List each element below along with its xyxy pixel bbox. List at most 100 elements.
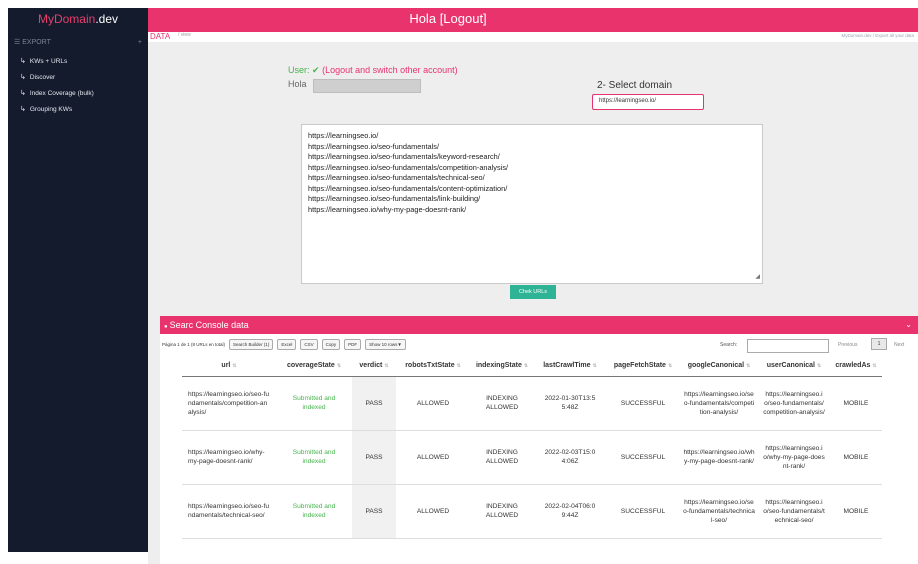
arrow-right-icon: ↳ <box>20 74 26 81</box>
hola-label: Hola <box>288 79 307 89</box>
page-1-button[interactable]: 1 <box>871 338 887 350</box>
sidebar-item-discover[interactable]: ↳ Discover <box>8 70 148 86</box>
column-header-user-canonical[interactable]: userCanonical ⇅ <box>758 356 830 377</box>
breadcrumb: DATA / view MyDomain.dev / Export all yo… <box>150 32 918 42</box>
cell-crawled-as: MOBILE <box>830 430 882 485</box>
cell-robots-state: ALLOWED <box>396 484 470 539</box>
cell-url: https://learningseo.io/why-my-page-doesn… <box>182 430 276 485</box>
search-label: Search: <box>720 342 738 348</box>
url-line: https://learningseo.io/seo-fundamentals/… <box>308 173 485 182</box>
cell-google-canonical: https://learningseo.io/seo-fundamentals/… <box>680 484 758 539</box>
csv-button[interactable]: CSV <box>300 338 318 350</box>
column-header-verdict[interactable]: verdict ⇅ <box>352 356 396 377</box>
url-line: https://learningseo.io/seo-fundamentals/ <box>308 141 440 151</box>
next-page-button[interactable]: Next <box>894 342 904 348</box>
user-name-redacted <box>313 79 421 93</box>
table-row: https://learningseo.io/seo-fundamentals/… <box>182 484 882 539</box>
column-header-coverage-state[interactable]: coverageState ⇅ <box>276 356 352 377</box>
check-icon: ✔ <box>312 65 320 75</box>
logout-link[interactable]: [Logout] <box>440 11 487 26</box>
table-row: https://learningseo.io/why-my-page-doesn… <box>182 430 882 485</box>
column-header-indexing-state[interactable]: indexingState ⇅ <box>470 356 534 377</box>
column-header-google-canonical[interactable]: googleCanonical ⇅ <box>680 356 758 377</box>
url-line: https://learningseo.io/seo-fundamentals/… <box>308 183 508 193</box>
panel-title: Searc Console data <box>169 320 249 330</box>
resize-handle-icon[interactable]: ◢ <box>755 272 760 283</box>
cell-crawled-as: MOBILE <box>830 376 882 431</box>
cell-page-fetch-state: SUCCESSFUL <box>606 484 680 539</box>
brand-tld: .dev <box>95 12 119 26</box>
switch-account-link[interactable]: (Logout and switch other account) <box>322 65 458 75</box>
search-input[interactable] <box>747 339 829 353</box>
cell-user-canonical: https://learningseo.io/seo-fundamentals/… <box>758 376 830 431</box>
main-content: User: ✔ (Logout and switch other account… <box>148 42 918 564</box>
column-header-crawled-as[interactable]: crawledAs ⇅ <box>830 356 882 377</box>
cell-indexing-state: INDEXING ALLOWED <box>470 430 534 485</box>
url-line: https://learningseo.io/why-my-page-doesn… <box>308 204 467 214</box>
cell-page-fetch-state: SUCCESSFUL <box>606 376 680 431</box>
chek-urls-button[interactable]: Chek URLs <box>510 285 556 299</box>
copy-button[interactable]: Copy <box>321 338 341 350</box>
user-label: User: <box>288 65 310 75</box>
column-header-url[interactable]: url ⇅ <box>182 356 276 377</box>
brand-logo[interactable]: MyDomain.dev <box>8 8 148 32</box>
chevron-down-icon[interactable]: ⌄ <box>905 316 912 334</box>
plus-icon[interactable]: + <box>138 32 142 54</box>
cell-last-crawl-time: 2022-02-04T06:09:44Z <box>534 484 606 539</box>
cell-verdict: PASS <box>352 484 396 539</box>
cell-indexing-state: INDEXING ALLOWED <box>470 376 534 431</box>
search-console-table: url ⇅ coverageState ⇅ verdict ⇅ robotsTxtSt… <box>182 356 882 539</box>
column-header-last-crawl-time[interactable]: lastCrawlTime ⇅ <box>534 356 606 377</box>
cell-user-canonical: https://learningseo.io/why-my-page-doesn… <box>758 430 830 485</box>
arrow-right-icon: ↳ <box>20 58 26 65</box>
cell-last-crawl-time: 2022-02-03T15:04:06Z <box>534 430 606 485</box>
select-domain-label: 2- Select domain <box>597 80 673 91</box>
cell-coverage-state: Submitted and indexed <box>276 376 352 431</box>
pdf-button[interactable]: PDF <box>344 338 362 350</box>
cell-verdict: PASS <box>352 376 396 431</box>
urls-textarea[interactable]: https://learningseo.io/ https://learning… <box>301 124 763 284</box>
sidebar-item-grouping-kws[interactable]: ↳ Grouping KWs <box>8 102 148 118</box>
url-line: https://learningseo.io/seo-fundamentals/… <box>308 194 481 203</box>
breadcrumb-sub: / view <box>178 32 191 38</box>
excel-button[interactable]: Excel <box>277 338 297 350</box>
sidebar-item-label: Grouping KWs <box>29 106 73 113</box>
cell-crawled-as: MOBILE <box>830 484 882 539</box>
sidebar-section-label: EXPORT <box>22 39 51 46</box>
column-header-page-fetch-state[interactable]: pageFetchState ⇅ <box>606 356 680 377</box>
cell-indexing-state: INDEXING ALLOWED <box>470 484 534 539</box>
table-row: https://learningseo.io/seo-fundamentals/… <box>182 376 882 431</box>
breadcrumb-path[interactable]: MyDomain.dev / Export all your data <box>841 33 914 38</box>
sidebar-item-kws-urls[interactable]: ↳ KWs + URLs <box>8 54 148 70</box>
cell-coverage-state: Submitted and indexed <box>276 430 352 485</box>
arrow-right-icon: ↳ <box>20 90 26 97</box>
show-rows-select[interactable]: Show 10 rows▼ <box>365 338 406 350</box>
table-toolbar: Página 1 de 1 (8 URLs en total) Search B… <box>162 338 406 350</box>
sidebar-item-label: Discover <box>29 74 56 81</box>
domain-select[interactable]: https://learningseo.io/ <box>592 94 704 110</box>
sidebar-item-label: Index Coverage (bulk) <box>29 90 94 97</box>
cell-coverage-state: Submitted and indexed <box>276 484 352 539</box>
top-bar: Hola [Logout] <box>148 8 918 32</box>
url-line: https://learningseo.io/ <box>308 131 379 140</box>
search-console-panel-header[interactable]: ● Searc Console data ⌄ <box>160 316 918 334</box>
sidebar-item-label: KWs + URLs <box>29 58 68 65</box>
breadcrumb-current: DATA <box>150 32 171 41</box>
search-builder-button[interactable]: Search Builder (1) <box>229 338 274 350</box>
dot-icon: ● <box>164 324 168 330</box>
user-status: User: ✔ (Logout and switch other account… <box>288 65 458 76</box>
top-greeting: Hola [Logout] <box>148 11 748 26</box>
sidebar-section-export[interactable]: ☰ EXPORT + <box>8 32 148 54</box>
cell-page-fetch-state: SUCCESSFUL <box>606 430 680 485</box>
url-line: https://learningseo.io/seo-fundamentals/… <box>308 162 509 172</box>
cell-robots-state: ALLOWED <box>396 430 470 485</box>
cell-verdict: PASS <box>352 430 396 485</box>
previous-page-button[interactable]: Previous <box>838 342 857 348</box>
cell-google-canonical: https://learningseo.io/why-my-page-doesn… <box>680 430 758 485</box>
pagination-info: Página 1 de 1 (8 URLs en total) <box>162 341 226 347</box>
cell-google-canonical: https://learningseo.io/seo-fundamentals/… <box>680 376 758 431</box>
url-line: https://learningseo.io/seo-fundamentals/… <box>308 152 500 161</box>
column-header-robots-txt-state[interactable]: robotsTxtState ⇅ <box>396 356 470 377</box>
sidebar-item-index-coverage[interactable]: ↳ Index Coverage (bulk) <box>8 86 148 102</box>
menu-icon: ☰ <box>14 39 23 46</box>
